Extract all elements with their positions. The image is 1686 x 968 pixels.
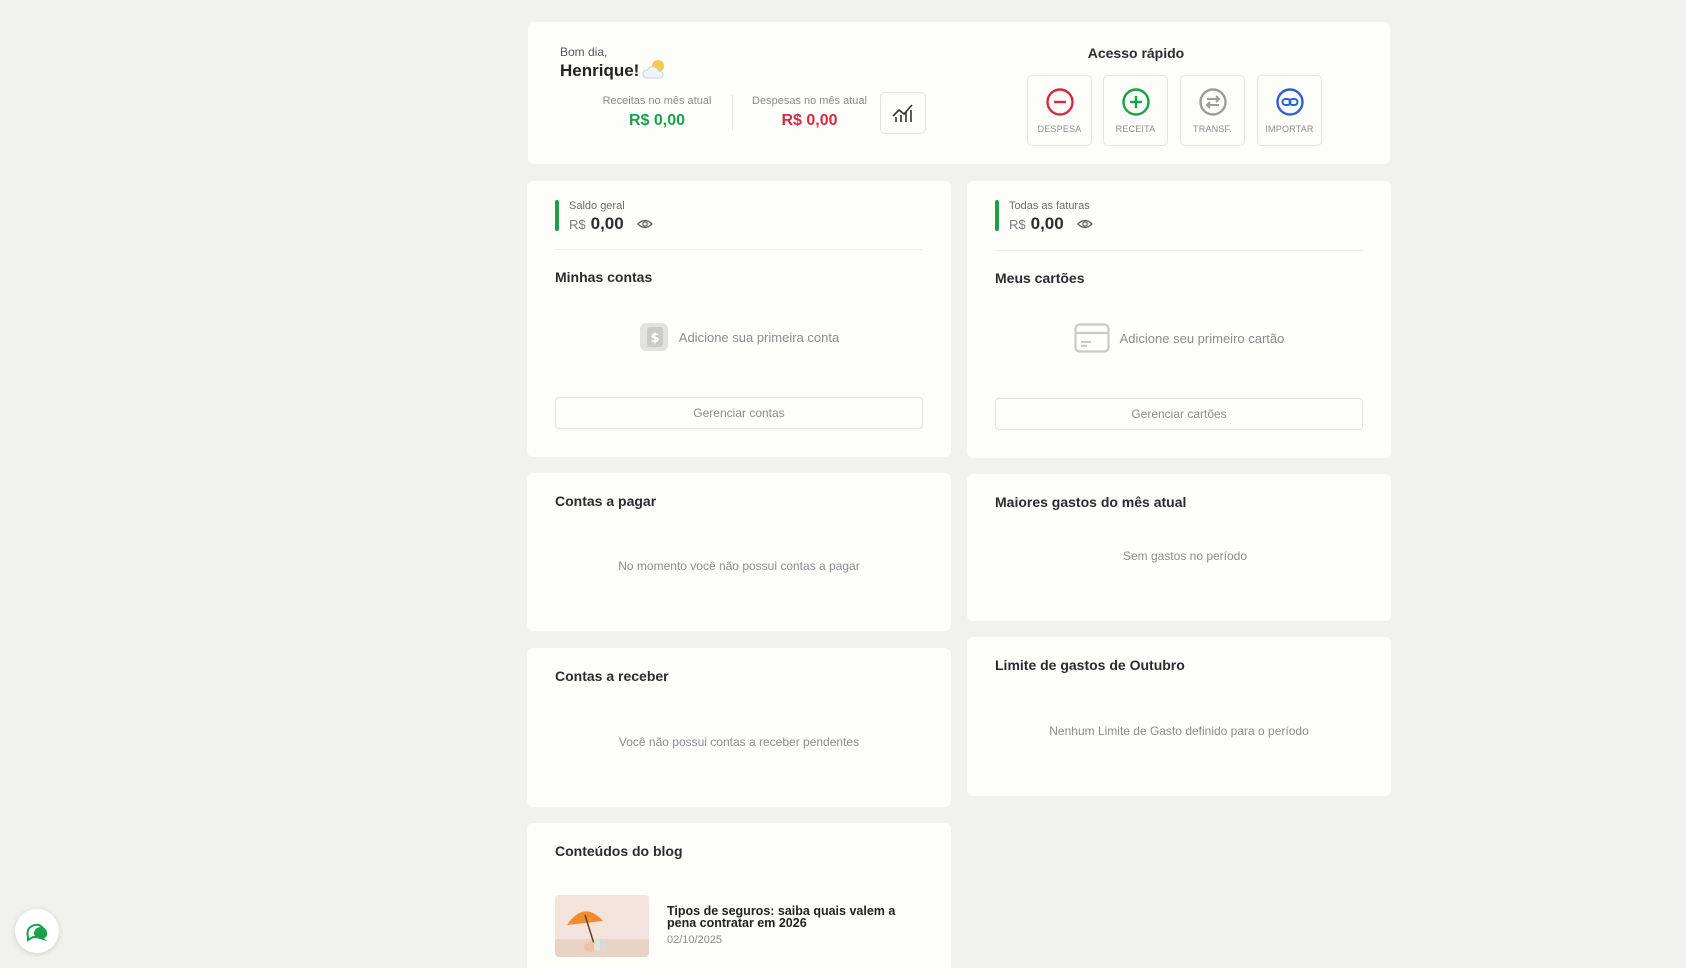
cards-empty-text: Adicione seu primeiro cartão [1119, 330, 1285, 346]
top-expenses-title: Maiores gastos do mês atual [995, 494, 1187, 510]
wallet-icon: $ [639, 323, 668, 351]
divider [555, 249, 923, 250]
accounts-empty[interactable]: $ Adicione sua primeira conta [527, 322, 951, 352]
receivables-empty-text: Você não possui contas a receber pendent… [618, 735, 860, 749]
minus-circle-icon [1046, 88, 1074, 116]
quick-expense-button[interactable]: DESPESA [1027, 75, 1092, 146]
income-value: R$ 0,00 [628, 112, 686, 129]
chat-button[interactable] [15, 909, 59, 953]
user-name: Henrique! [560, 61, 640, 80]
partly-cloudy-icon [642, 60, 664, 79]
credit-card-icon [1074, 323, 1110, 353]
balance-currency: R$ [569, 216, 586, 232]
chart-trend-icon [892, 104, 913, 122]
spending-limit-empty-text: Nenhum Limite de Gasto definido para o p… [1049, 724, 1309, 738]
accounts-card: Saldo geral R$ 0,00 Minhas contas $ Adic… [527, 181, 951, 457]
blog-post-date: 02/10/2025 [667, 934, 723, 946]
blog-post-title[interactable]: Tipos de seguros: saiba quais valem a pe… [667, 905, 917, 930]
chat-icon [26, 923, 48, 942]
invoices-currency: R$ [1009, 216, 1026, 232]
quick-import-button[interactable]: IMPORTAR [1257, 75, 1322, 146]
manage-accounts-button[interactable]: Gerenciar contas [555, 397, 923, 429]
balance-label: Saldo geral [569, 200, 625, 212]
balance-row: R$ 0,00 [569, 214, 653, 234]
receivables-card: Contas a receber Você não possui contas … [527, 648, 951, 807]
manage-cards-button[interactable]: Gerenciar cartões [995, 398, 1363, 430]
invoices-value: 0,00 [1030, 214, 1064, 233]
blog-card: Conteúdos do blog Tipos de seguros: saib… [527, 823, 951, 968]
payables-title: Contas a pagar [555, 493, 657, 509]
plus-circle-icon [1122, 88, 1150, 116]
eye-icon[interactable] [1076, 218, 1093, 230]
expense-label: Despesas no mês atual [752, 95, 867, 107]
quick-income-label: RECEITA [1115, 124, 1156, 134]
summary-card: Bom dia, Henrique! Receitas no mês atual… [528, 22, 1390, 164]
invoices-label: Todas as faturas [1009, 200, 1090, 212]
quick-import-label: IMPORTAR [1265, 124, 1314, 134]
balance-value: 0,00 [590, 214, 624, 233]
top-expenses-card: Maiores gastos do mês atual Sem gastos n… [967, 474, 1391, 621]
payables-card: Contas a pagar No momento você não possu… [527, 473, 951, 631]
spending-limit-title: Limite de gastos de Outubro [995, 657, 1185, 673]
chart-button[interactable] [880, 92, 926, 134]
cards-title: Meus cartões [995, 270, 1085, 286]
accounts-empty-text: Adicione sua primeira conta [678, 329, 840, 345]
invoices-row: R$ 0,00 [1009, 214, 1093, 234]
top-expenses-empty-text: Sem gastos no período [1122, 549, 1248, 563]
umbrella-image [555, 895, 649, 957]
quick-access-title: Acesso rápido [1087, 45, 1185, 61]
quick-expense-label: DESPESA [1037, 124, 1082, 134]
blog-post-thumbnail[interactable] [555, 895, 649, 957]
payables-empty-text: No momento você não possui contas a paga… [618, 559, 860, 573]
income-label: Receitas no mês atual [602, 95, 712, 107]
eye-icon[interactable] [636, 218, 653, 230]
expense-value: R$ 0,00 [781, 112, 838, 129]
balance-accent-bar [555, 200, 559, 231]
quick-transfer-label: TRANSF. [1193, 124, 1232, 134]
quick-income-button[interactable]: RECEITA [1103, 75, 1168, 146]
receivables-title: Contas a receber [555, 668, 669, 684]
credit-cards-card: Todas as faturas R$ 0,00 Meus cartões Ad… [967, 181, 1391, 458]
invoices-accent-bar [995, 200, 999, 231]
greeting-text: Bom dia, [560, 45, 608, 59]
spending-limit-card: Limite de gastos de Outubro Nenhum Limit… [967, 637, 1391, 796]
cards-empty[interactable]: Adicione seu primeiro cartão [967, 323, 1391, 353]
accounts-title: Minhas contas [555, 269, 653, 285]
quick-transfer-button[interactable]: TRANSF. [1180, 75, 1245, 146]
divider [995, 250, 1363, 251]
transfer-icon [1199, 88, 1227, 116]
blog-title: Conteúdos do blog [555, 843, 683, 859]
link-icon [1276, 88, 1304, 116]
svg-text:$: $ [650, 331, 659, 346]
income-summary: Receitas no mês atual R$ 0,00 [582, 95, 732, 130]
expense-summary: Despesas no mês atual R$ 0,00 [732, 95, 886, 130]
